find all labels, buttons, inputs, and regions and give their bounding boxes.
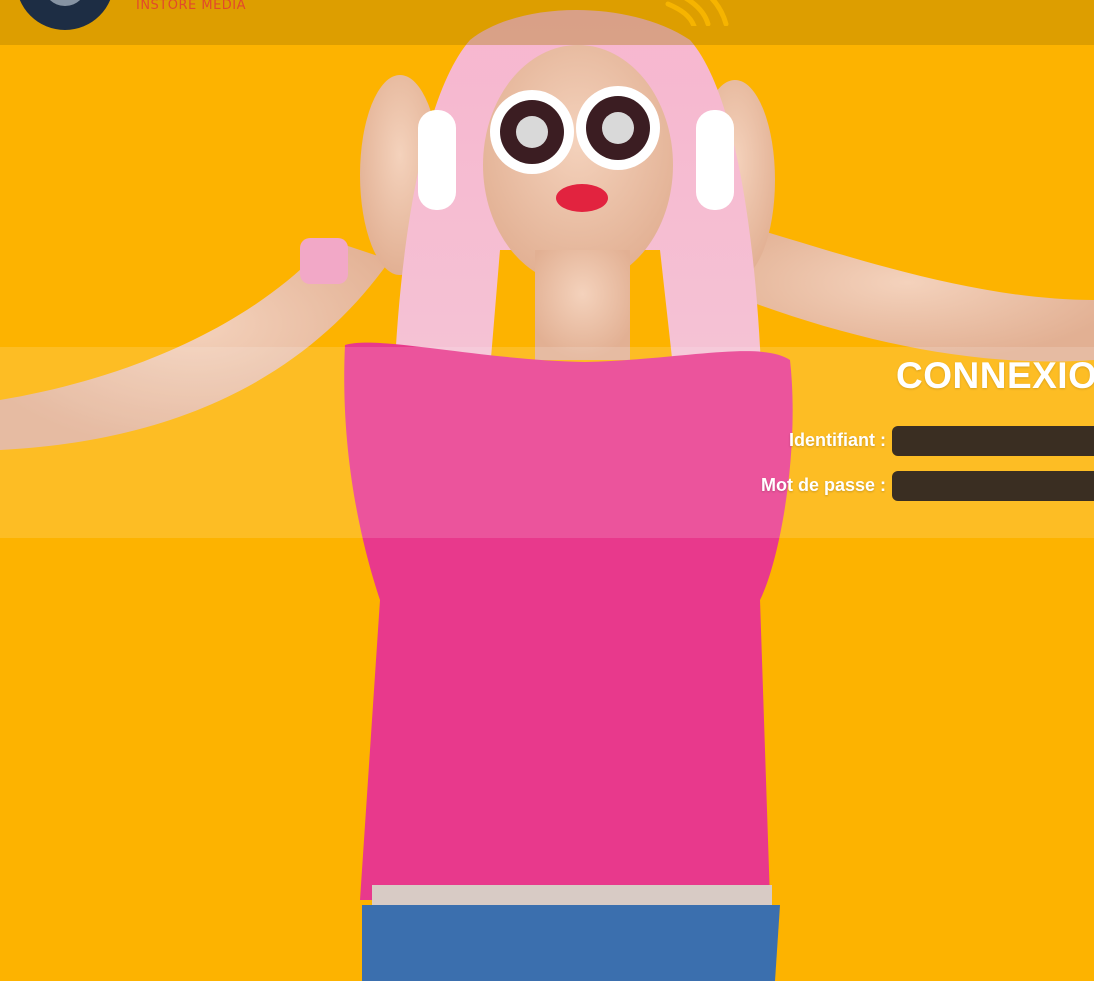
username-input[interactable] [892, 426, 1094, 456]
header-bar: INSTORE MEDIA [0, 0, 1094, 45]
login-panel: CONNEXION Identifiant : Mot de passe : [0, 347, 1094, 538]
login-title: CONNEXION [896, 355, 1094, 396]
radio-wave-icon [665, 0, 729, 26]
password-label: Mot de passe : [760, 475, 886, 495]
username-label: Identifiant : [789, 430, 886, 450]
circle-logo-icon[interactable] [16, 0, 114, 30]
brand-wordmark-logo [770, 0, 1094, 2]
logo-subtitle: INSTORE MEDIA [136, 0, 247, 13]
password-input[interactable] [892, 471, 1094, 501]
